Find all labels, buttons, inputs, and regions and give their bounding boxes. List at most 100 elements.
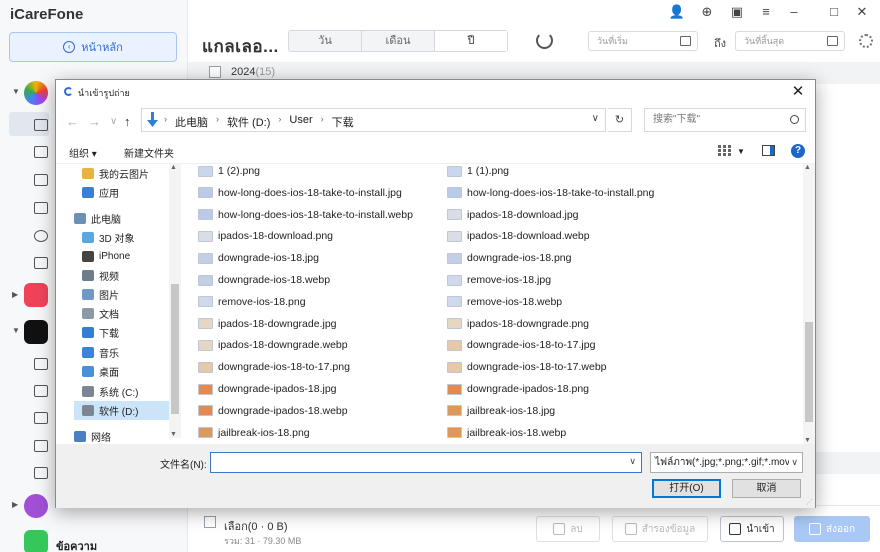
file-item[interactable]: remove-ios-18.webp [447,292,562,312]
file-item[interactable]: jailbreak-ios-18.webp [447,423,566,443]
menu-icon[interactable]: ≡ [757,4,775,19]
file-item[interactable]: 1 (1).png [447,164,509,181]
breadcrumb-separator-icon[interactable]: › [278,114,281,130]
file-item[interactable]: downgrade-ipados-18.webp [198,401,348,421]
home-button[interactable]: ‹ หน้าหลัก [9,32,177,62]
calendar-icon[interactable] [827,36,838,46]
person-icon[interactable] [34,230,48,242]
scroll-up-icon[interactable]: ▲ [170,164,177,171]
scroll-thumb[interactable] [171,284,179,414]
export-button[interactable]: ส่งออก [794,516,870,542]
segment-year[interactable]: ปี [435,31,507,51]
photo-icon[interactable] [34,119,48,131]
tv-app-icon[interactable] [24,320,48,344]
file-item[interactable]: how-long-does-ios-18-take-to-install.png [447,183,654,203]
collapse-caret-icon[interactable]: ▶ [12,500,18,509]
address-bar[interactable]: › 此电脑 › 软件 (D:) › User › 下载 ∨ [141,108,606,132]
file-item[interactable]: downgrade-ios-18-to-17.png [198,357,350,377]
up-arrow-icon[interactable]: ↑ [124,114,131,129]
breadcrumb-user[interactable]: User [289,114,312,130]
nav-item[interactable]: 3D 对象 [74,228,175,247]
tv-item-icon[interactable] [34,358,48,370]
breadcrumb-drive[interactable]: 软件 (D:) [227,114,270,130]
file-item[interactable]: downgrade-ios-18-to-17.jpg [447,335,595,355]
file-item[interactable]: remove-ios-18.jpg [447,270,551,290]
close-icon[interactable]: ✕ [853,4,871,20]
expand-caret-icon[interactable]: ▼ [12,326,20,335]
minimize-icon[interactable]: – [785,4,803,19]
album-icon[interactable] [34,257,48,269]
dialog-close-icon[interactable]: ✕ [789,82,807,100]
file-item[interactable]: ipados-18-download.webp [447,226,590,246]
file-item[interactable]: ipados-18-downgrade.png [447,314,589,334]
file-item[interactable]: how-long-does-ios-18-take-to-install.jpg [198,183,402,203]
refresh-icon[interactable] [536,32,553,49]
select-all-checkbox[interactable] [204,516,216,528]
segment-day[interactable]: วัน [289,31,362,51]
sidebar-label-messages[interactable]: ข้อความ [56,537,97,552]
filename-dropdown-icon[interactable]: ∨ [629,456,636,467]
music-app-icon[interactable] [24,283,48,307]
search-icon[interactable] [790,115,799,124]
tv-item-icon[interactable] [34,440,48,452]
filename-field[interactable]: ∨ [210,452,642,473]
file-item[interactable]: downgrade-ipados-18.jpg [198,379,337,399]
file-item[interactable]: ipados-18-downgrade.webp [198,335,348,355]
photos-app-icon[interactable] [24,81,48,105]
file-item[interactable]: 1 (2).png [198,164,260,181]
file-item[interactable]: jailbreak-ios-18.png [198,423,310,443]
nav-item[interactable]: 系统 (C:) [74,382,175,401]
nav-item[interactable]: 视频 [74,266,175,285]
monitor-icon[interactable] [34,412,48,424]
maximize-icon[interactable]: □ [825,4,843,19]
navigation-scrollbar[interactable]: ▲ ▼ [169,164,181,438]
nav-item[interactable]: 文档 [74,304,175,323]
cancel-button[interactable]: 取消 [732,479,801,498]
delete-button[interactable]: ลบ [536,516,600,542]
file-item[interactable]: downgrade-ipados-18.png [447,379,589,399]
breadcrumb-separator-icon[interactable]: › [321,114,324,130]
tv-item-icon[interactable] [34,385,48,397]
filetype-select[interactable]: ไฟล์ภาพ(*.jpg;*.png;*.gif;*.mov ∨ [650,452,803,473]
nav-item[interactable]: 软件 (D:) [74,401,175,420]
scroll-up-icon[interactable]: ▲ [804,164,811,171]
file-list-scrollbar[interactable]: ▲ ▼ [803,164,815,444]
refresh-icon[interactable]: ↻ [608,108,632,132]
nav-item[interactable]: 桌面 [74,362,175,381]
nav-item[interactable]: 我的云图片 [74,164,175,183]
open-button[interactable]: 打开(O) [652,479,721,498]
nav-item[interactable]: 图片 [74,285,175,304]
collapse-caret-icon[interactable]: ▶ [12,290,18,299]
file-item[interactable]: how-long-does-ios-18-take-to-install.web… [198,205,413,225]
new-folder-button[interactable]: 新建文件夹 [124,145,174,160]
import-button[interactable]: นำเข้า [720,516,784,542]
user-icon[interactable]: 👤 [668,4,686,20]
file-item[interactable]: ipados-18-downgrade.jpg [198,314,337,334]
breadcrumb-computer[interactable]: 此电脑 [175,114,208,130]
file-item[interactable]: jailbreak-ios-18.jpg [447,401,555,421]
recent-dropdown-icon[interactable]: ∨ [110,116,117,127]
start-date-field[interactable]: วันที่เริ่ม [588,31,698,51]
file-item[interactable]: downgrade-ios-18.jpg [198,248,319,268]
organize-menu[interactable]: 组织 ▾ [69,145,97,160]
nav-item[interactable]: 网络 [66,427,175,444]
feedback-icon[interactable]: ▣ [728,4,746,20]
download-icon[interactable]: ⊕ [698,4,716,20]
view-options-icon[interactable] [718,145,731,156]
breadcrumb-separator-icon[interactable]: › [216,114,219,130]
camera-roll-icon[interactable] [34,174,48,186]
camera-icon[interactable] [34,146,48,158]
backup-button[interactable]: สำรองข้อมูล [612,516,708,542]
help-icon[interactable]: ? [791,144,805,158]
video-icon[interactable] [34,202,48,214]
segment-month[interactable]: เดือน [362,31,435,51]
nav-item[interactable]: 音乐 [74,343,175,362]
nav-item[interactable]: 下载 [74,323,175,342]
expand-caret-icon[interactable]: ▼ [12,87,20,96]
file-item[interactable]: downgrade-ios-18.png [447,248,572,268]
nav-item[interactable]: 此电脑 [66,209,175,228]
file-item[interactable]: remove-ios-18.png [198,292,306,312]
messages-app-icon[interactable] [24,530,48,552]
camera-icon[interactable] [34,467,48,479]
file-item[interactable]: downgrade-ios-18.webp [198,270,330,290]
